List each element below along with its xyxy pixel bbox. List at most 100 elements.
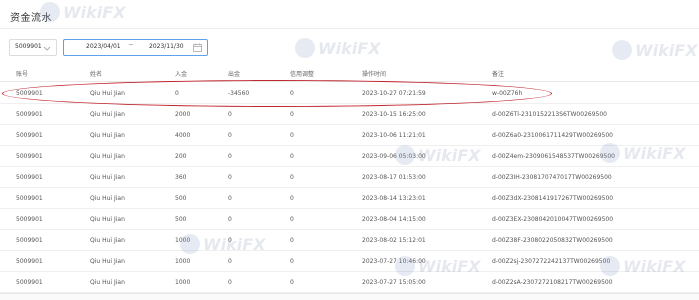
cell-note: d-00Z3IH-2308170747017TW00269500 xyxy=(492,174,612,181)
cell-note: d-00Z2sj-2307272242137TW00269500 xyxy=(492,258,611,265)
wikifx-logo-icon xyxy=(295,38,315,58)
table-row[interactable]: 5009901 Qiu Hui Jian 360 0 0 2023-08-17 … xyxy=(0,167,699,188)
table-row[interactable]: 5009901 Qiu Hui Jian 500 0 0 2023-08-04 … xyxy=(0,209,699,230)
cell-time: 2023-10-27 07:21:59 xyxy=(362,90,426,97)
cell-name: Qiu Hui Jian xyxy=(90,153,125,160)
cell-time: 2023-07-27 15:05:00 xyxy=(362,279,426,286)
date-end-input[interactable]: 2023/11/30 xyxy=(149,43,184,50)
cell-deposit: 1000 xyxy=(175,237,191,244)
cell-credit: 0 xyxy=(290,216,294,223)
header-name: 姓名 xyxy=(90,71,103,78)
cell-deposit: 500 xyxy=(175,195,187,202)
cell-deposit: 0 xyxy=(175,90,179,97)
header-note: 备注 xyxy=(492,71,505,78)
date-range-picker[interactable]: 2023/04/01 ~ 2023/11/30 xyxy=(63,39,208,56)
cell-credit: 0 xyxy=(290,90,294,97)
cell-deposit: 1000 xyxy=(175,279,191,286)
cell-account: 5009901 xyxy=(16,258,43,265)
calendar-icon[interactable] xyxy=(193,43,202,52)
date-start-input[interactable]: 2023/04/01 xyxy=(86,43,121,50)
watermark: WikiFX xyxy=(612,40,698,60)
wikifx-logo-icon xyxy=(612,40,632,60)
cell-time: 2023-08-02 15:12:01 xyxy=(362,237,426,244)
cell-withdraw: -34560 xyxy=(228,90,250,97)
account-select[interactable]: 5009901 xyxy=(9,39,57,56)
header-deposit: 入金 xyxy=(175,71,188,78)
cell-credit: 0 xyxy=(290,153,294,160)
cell-withdraw: 0 xyxy=(228,279,232,286)
cell-withdraw: 0 xyxy=(228,153,232,160)
cell-account: 5009901 xyxy=(16,174,43,181)
table-row[interactable]: 5009901 Qiu Hui Jian 4000 0 0 2023-10-06… xyxy=(0,125,699,146)
title-divider xyxy=(0,28,699,29)
cell-time: 2023-10-15 16:25:00 xyxy=(362,111,426,118)
header-withdraw: 出金 xyxy=(228,71,241,78)
cell-name: Qiu Hui Jian xyxy=(90,258,125,265)
table-row[interactable]: 5009901 Qiu Hui Jian 2000 0 0 2023-10-15… xyxy=(0,104,699,125)
cell-name: Qiu Hui Jian xyxy=(90,111,125,118)
cell-note: d-00Z38F-2308022050832TW00269500 xyxy=(492,237,613,244)
table-row[interactable]: 5009901 Qiu Hui Jian 1000 0 0 2023-07-27… xyxy=(0,251,699,272)
cell-time: 2023-08-04 14:15:00 xyxy=(362,216,426,223)
cell-account: 5009901 xyxy=(16,216,43,223)
cell-account: 5009901 xyxy=(16,279,43,286)
cell-name: Qiu Hui Jian xyxy=(90,216,125,223)
header-time: 操作时间 xyxy=(362,71,387,78)
cell-name: Qiu Hui Jian xyxy=(90,237,125,244)
cell-deposit: 4000 xyxy=(175,132,191,139)
cell-credit: 0 xyxy=(290,132,294,139)
cell-time: 2023-07-27 10:46:00 xyxy=(362,258,426,265)
cell-note: d-00Z3EX-2308042010047TW00269500 xyxy=(492,216,614,223)
watermark: WikiFX xyxy=(295,38,381,58)
cell-note: w-00Z76h xyxy=(492,90,523,97)
cell-note: d-00Z6a0-2310061711429TW00269500 xyxy=(492,132,613,139)
cell-withdraw: 0 xyxy=(228,237,232,244)
watermark: WikiFX xyxy=(40,2,126,22)
cell-withdraw: 0 xyxy=(228,258,232,265)
cell-deposit: 200 xyxy=(175,153,187,160)
table-row[interactable]: 5009901 Qiu Hui Jian 1000 0 0 2023-07-27… xyxy=(0,272,699,293)
table-row[interactable]: 5009901 Qiu Hui Jian 500 0 0 2023-08-14 … xyxy=(0,188,699,209)
cell-deposit: 500 xyxy=(175,216,187,223)
cell-name: Qiu Hui Jian xyxy=(90,174,125,181)
cell-note: d-00Z2sA-2307272108217TW00269500 xyxy=(492,279,613,286)
table-header: 账号 姓名 入金 出金 信用调整 操作时间 备注 xyxy=(0,63,699,82)
cell-withdraw: 0 xyxy=(228,174,232,181)
cell-account: 5009901 xyxy=(16,111,43,118)
cell-time: 2023-10-06 11:21:01 xyxy=(362,132,426,139)
cell-time: 2023-09-06 05:03:00 xyxy=(362,153,426,160)
cell-credit: 0 xyxy=(290,111,294,118)
page-title: 资金流水 xyxy=(10,13,52,24)
chevron-down-icon xyxy=(43,46,51,51)
cell-credit: 0 xyxy=(290,237,294,244)
cell-account: 5009901 xyxy=(16,237,43,244)
cell-withdraw: 0 xyxy=(228,111,232,118)
date-separator: ~ xyxy=(128,41,134,49)
cell-name: Qiu Hui Jian xyxy=(90,195,125,202)
cell-note: d-00Z3dX-2308141917267TW00269500 xyxy=(492,195,614,202)
header-credit: 信用调整 xyxy=(290,71,315,78)
horizontal-scrollbar[interactable] xyxy=(0,293,699,300)
watermark-text: WikiFX xyxy=(63,2,126,22)
cell-name: Qiu Hui Jian xyxy=(90,279,125,286)
account-select-value: 5009901 xyxy=(15,43,42,50)
cell-account: 5009901 xyxy=(16,90,43,97)
cell-deposit: 2000 xyxy=(175,111,191,118)
cell-account: 5009901 xyxy=(16,195,43,202)
table-row[interactable]: 5009901 Qiu Hui Jian 1000 0 0 2023-08-02… xyxy=(0,230,699,251)
cell-credit: 0 xyxy=(290,195,294,202)
cell-withdraw: 0 xyxy=(228,195,232,202)
cell-deposit: 360 xyxy=(175,174,187,181)
watermark-text: WikiFX xyxy=(635,40,698,60)
cell-credit: 0 xyxy=(290,174,294,181)
cell-note: d-00Z6Tl-2310152213S6TW00269500 xyxy=(492,111,607,118)
cell-account: 5009901 xyxy=(16,132,43,139)
cell-name: Qiu Hui Jian xyxy=(90,90,125,97)
cell-name: Qiu Hui Jian xyxy=(90,132,125,139)
watermark-text: WikiFX xyxy=(318,38,381,58)
table-row[interactable]: 5009901 Qiu Hui Jian 200 0 0 2023-09-06 … xyxy=(0,146,699,167)
cell-note: d-00Z4em-2309061548537TW00269500 xyxy=(492,153,615,160)
cell-withdraw: 0 xyxy=(228,216,232,223)
cell-time: 2023-08-17 01:53:00 xyxy=(362,174,426,181)
table-row[interactable]: 5009901 Qiu Hui Jian 0 -34560 0 2023-10-… xyxy=(0,83,699,104)
